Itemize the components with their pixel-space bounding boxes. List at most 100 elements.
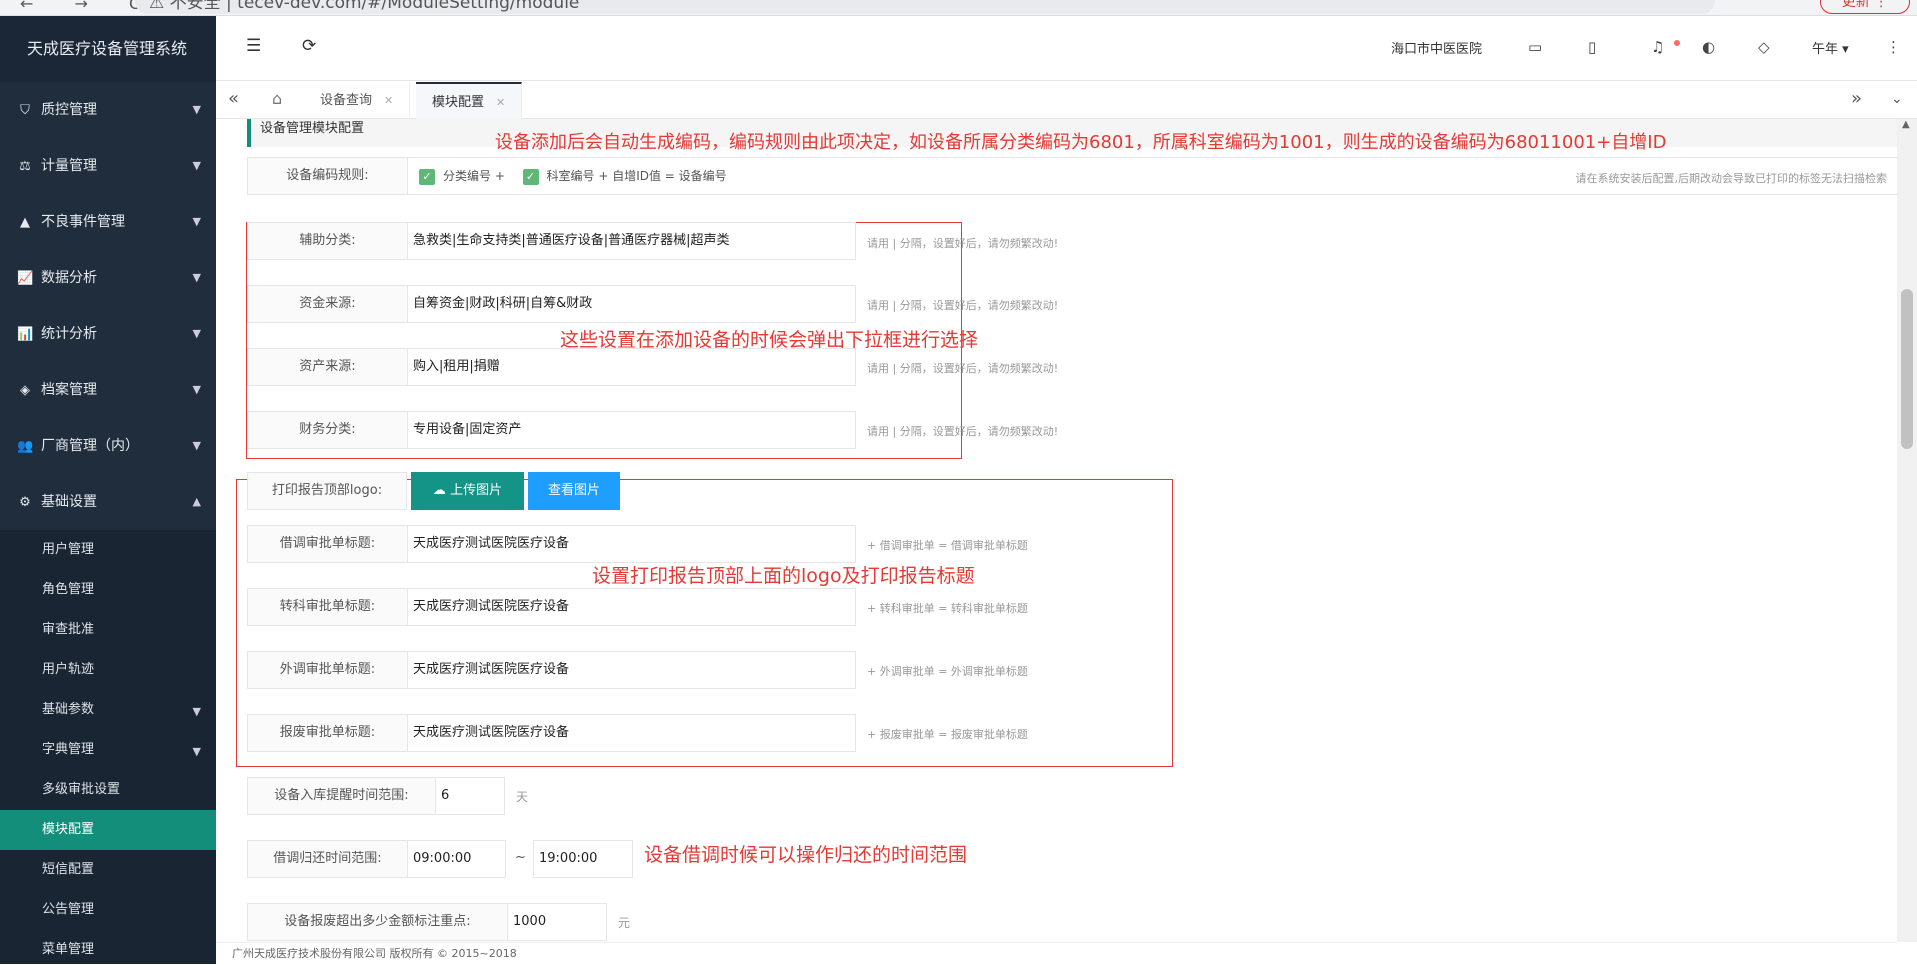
checkbox-category-code[interactable]: ✓ bbox=[419, 168, 435, 185]
browser-update-button[interactable]: 更新 ⋮ bbox=[1820, 0, 1910, 14]
field-label: 打印报告顶部logo: bbox=[248, 473, 406, 509]
borrow-title-input[interactable]: 天成医疗测试医院医疗设备 bbox=[408, 526, 856, 562]
bell-icon[interactable]: ♫ bbox=[1651, 38, 1664, 56]
finance-category-row: 财务分类: 专用设备|固定资产 bbox=[247, 411, 856, 449]
button-label: 上传图片 bbox=[450, 483, 503, 498]
annotation-print: 设置打印报告顶部上面的logo及打印报告标题 bbox=[592, 565, 975, 587]
gear-icon: ⚙ bbox=[19, 495, 31, 510]
caret-down-icon: ▼ bbox=[192, 215, 201, 228]
menu-quality[interactable]: ⛉ 质控管理 ▼ bbox=[0, 82, 216, 138]
code-rule-row: 设备编码规则: ✓ 分类编号 + ✓ 科室编号 + 自增ID值 = 设备编号 请在系… bbox=[247, 157, 1898, 195]
warning-icon: ▲ bbox=[20, 215, 30, 230]
caret-down-icon: ▼ bbox=[192, 271, 201, 284]
layers-icon: ◈ bbox=[20, 383, 30, 398]
field-label: 借调审批单标题: bbox=[248, 526, 408, 562]
home-icon[interactable]: ⌂ bbox=[272, 89, 282, 108]
scrap-title-input[interactable]: 天成医疗测试医院医疗设备 bbox=[408, 715, 856, 751]
tag-icon[interactable]: ◇ bbox=[1758, 38, 1770, 56]
field-label: 借调归还时间范围: bbox=[248, 841, 408, 877]
checkbox-dept-code[interactable]: ✓ bbox=[522, 168, 539, 185]
book-icon[interactable]: ▯ bbox=[1588, 38, 1596, 56]
submenu-sms[interactable]: 短信配置 bbox=[0, 850, 216, 890]
borrow-start-input[interactable]: 09:00:00 bbox=[408, 841, 505, 877]
borrow-end-input[interactable]: 19:00:00 bbox=[534, 841, 632, 877]
storage-remind-input[interactable]: 6 bbox=[436, 778, 504, 814]
menu-adverse-events[interactable]: ▲ 不良事件管理 ▼ bbox=[0, 194, 216, 250]
submenu-base-params[interactable]: 基础参数 ▼ bbox=[0, 690, 216, 730]
footer-copyright: 广州天成医疗技术股份有限公司 版权所有 © 2015~2018 bbox=[216, 942, 1897, 964]
asset-source-input[interactable]: 购入|租用|捐赠 bbox=[408, 349, 856, 385]
submenu-review[interactable]: 审查批准 bbox=[0, 610, 216, 650]
menu-vendors[interactable]: 👥 厂商管理（内） ▼ bbox=[0, 418, 216, 474]
field-label: 设备报废超出多少金额标注重点: bbox=[248, 904, 508, 940]
close-icon[interactable]: ✕ bbox=[384, 94, 393, 107]
aux-category-input[interactable]: 急救类|生命支持类|普通医疗设备|普通医疗器械|超声类 bbox=[408, 223, 856, 259]
line-chart-icon: 📈 bbox=[17, 271, 34, 286]
collapse-menu-icon[interactable]: ☰ bbox=[246, 36, 261, 56]
menu-label: 质控管理 bbox=[41, 102, 97, 118]
menu-statistics[interactable]: 📊 统计分析 ▼ bbox=[0, 306, 216, 362]
menu-label: 计量管理 bbox=[41, 158, 97, 174]
finance-category-input[interactable]: 专用设备|固定资产 bbox=[408, 412, 856, 448]
menu-data-analysis[interactable]: 📈 数据分析 ▼ bbox=[0, 250, 216, 306]
submenu-notices[interactable]: 公告管理 bbox=[0, 890, 216, 930]
menu-archives[interactable]: ◈ 档案管理 ▼ bbox=[0, 362, 216, 418]
menu-metering[interactable]: ⚖ 计量管理 ▼ bbox=[0, 138, 216, 194]
scrap-amount-row: 设备报废超出多少金额标注重点: 1000 bbox=[247, 903, 607, 941]
tab-module-config[interactable]: 模块配置 ✕ bbox=[416, 82, 523, 119]
submenu-dictionary[interactable]: 字典管理 ▼ bbox=[0, 730, 216, 770]
scrap-title-row: 报废审批单标题: 天成医疗测试医院医疗设备 bbox=[247, 714, 856, 752]
more-icon[interactable]: ⋮ bbox=[1886, 38, 1901, 56]
submenu-users[interactable]: 用户管理 bbox=[0, 530, 216, 570]
refresh-icon[interactable]: ⟳ bbox=[302, 36, 316, 56]
submenu-approval-levels[interactable]: 多级审批设置 bbox=[0, 770, 216, 810]
field-hint: + 转科审批单 = 转科审批单标题 bbox=[867, 602, 1028, 615]
chevron-down-icon[interactable]: ⌄ bbox=[1891, 91, 1903, 107]
user-menu[interactable]: 午年 ▾ bbox=[1812, 38, 1849, 57]
caret-down-icon: ▼ bbox=[192, 439, 201, 452]
field-hint: + 外调审批单 = 外调审批单标题 bbox=[867, 665, 1028, 678]
option-label: 科室编号 + 自增ID值 = 设备编号 bbox=[546, 169, 727, 183]
annotation-code-rule: 设备添加后会自动生成编码，编码规则由此项决定，如设备所属分类编码为6801，所属… bbox=[495, 132, 1667, 153]
caret-down-icon: ▼ bbox=[192, 745, 201, 758]
menu-label: 数据分析 bbox=[41, 270, 97, 286]
submenu-menus[interactable]: 菜单管理 bbox=[0, 930, 216, 964]
submenu-user-trace[interactable]: 用户轨迹 bbox=[0, 650, 216, 690]
hospital-name: 海口市中医医院 bbox=[1391, 42, 1483, 57]
page-scrollbar[interactable]: ▲ bbox=[1897, 119, 1917, 942]
external-title-row: 外调审批单标题: 天成医疗测试医院医疗设备 bbox=[247, 651, 856, 689]
scrap-amount-input[interactable]: 1000 bbox=[508, 904, 606, 940]
caret-down-icon: ▼ bbox=[192, 705, 201, 718]
screen-icon[interactable]: ▭ bbox=[1528, 38, 1542, 56]
menu-basic-settings[interactable]: ⚙ 基础设置 ▲ bbox=[0, 474, 216, 530]
field-label: 财务分类: bbox=[248, 412, 408, 448]
shield-icon: ⛉ bbox=[20, 103, 30, 118]
tab-device-query[interactable]: 设备查询 ✕ bbox=[304, 82, 411, 119]
view-image-button[interactable]: 查看图片 bbox=[528, 472, 620, 510]
scroll-up-icon[interactable]: ▲ bbox=[1902, 119, 1910, 130]
cloud-upload-icon: ☁ bbox=[432, 483, 446, 498]
field-hint: 请用 | 分隔，设置好后，请勿频繁改动! bbox=[867, 362, 1059, 375]
tabs-scroll-left-icon[interactable]: « bbox=[228, 88, 239, 109]
submenu-roles[interactable]: 角色管理 bbox=[0, 570, 216, 610]
notification-dot bbox=[1674, 40, 1680, 46]
external-title-input[interactable]: 天成医疗测试医院医疗设备 bbox=[408, 652, 856, 688]
page-tabs-bar: « ⌂ 设备查询 ✕ 模块配置 ✕ » ⌄ bbox=[216, 82, 1917, 119]
field-label: 资产来源: bbox=[248, 349, 408, 385]
transfer-title-input[interactable]: 天成医疗测试医院医疗设备 bbox=[408, 589, 856, 625]
upload-image-button[interactable]: ☁ 上传图片 bbox=[411, 472, 524, 510]
submenu-module-config[interactable]: 模块配置 bbox=[0, 810, 216, 850]
address-bar[interactable]: ⚠ 不安全 | tecev-dev.com/#/ModuleSetting/mo… bbox=[135, 0, 1715, 14]
tabs-scroll-right-icon[interactable]: » bbox=[1851, 88, 1862, 109]
fund-source-input[interactable]: 自筹资金|财政|科研|自筹&财政 bbox=[408, 286, 856, 322]
logo-row: 打印报告顶部logo: bbox=[247, 472, 407, 510]
field-hint: 请用 | 分隔，设置好后，请勿频繁改动! bbox=[867, 425, 1059, 438]
unit-yuan: 元 bbox=[618, 916, 631, 930]
field-label: 外调审批单标题: bbox=[248, 652, 408, 688]
scrollbar-thumb[interactable] bbox=[1901, 289, 1913, 449]
menu-label: 基础设置 bbox=[41, 494, 97, 510]
field-label: 报废审批单标题: bbox=[248, 715, 408, 751]
palette-icon[interactable]: ◐ bbox=[1702, 38, 1715, 56]
close-icon[interactable]: ✕ bbox=[496, 96, 505, 109]
menu-label: 档案管理 bbox=[41, 382, 97, 398]
